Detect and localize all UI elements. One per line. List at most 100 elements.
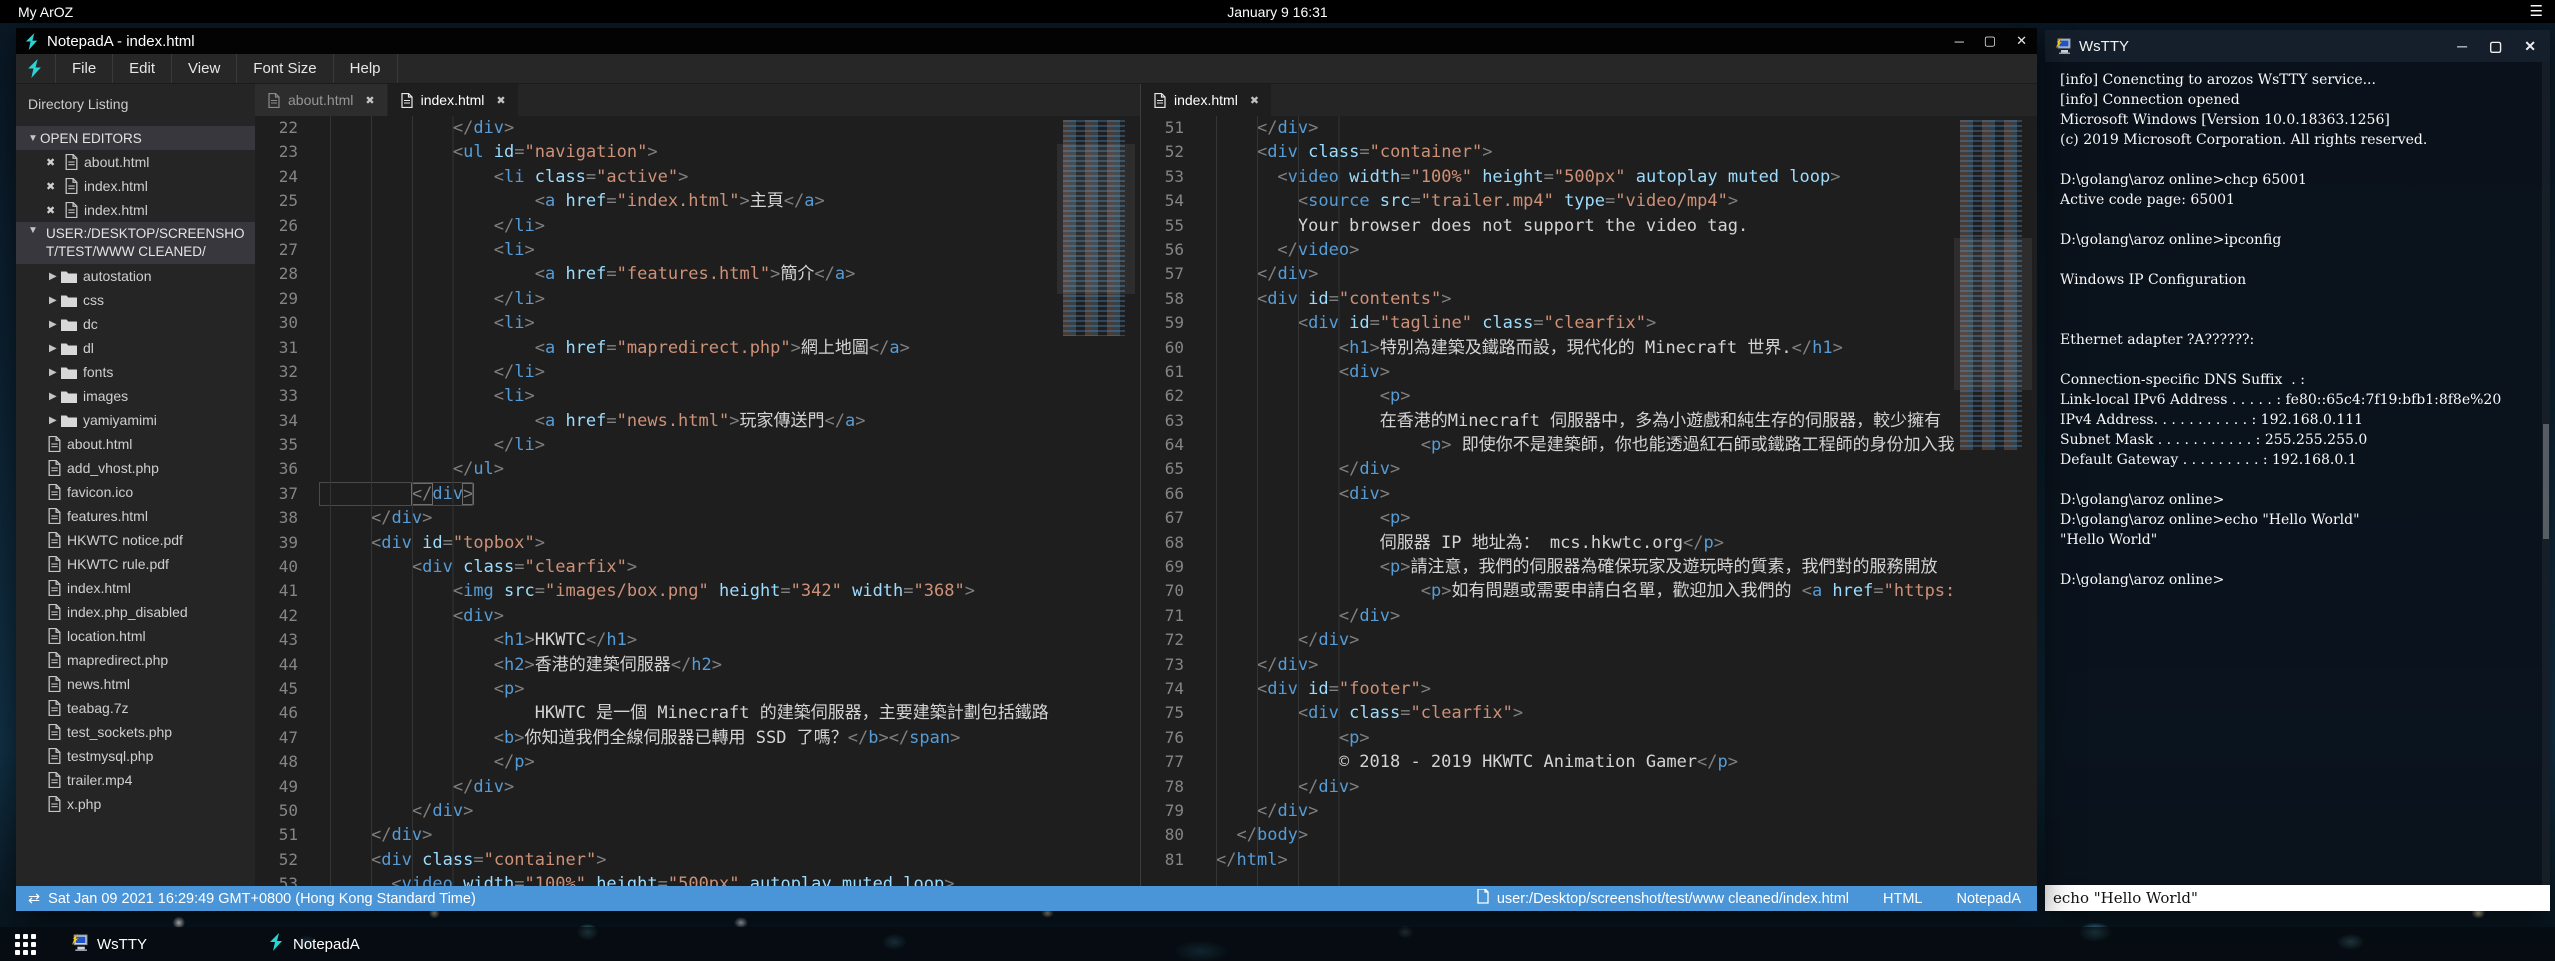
- maximize-icon[interactable]: ▢: [1984, 33, 1996, 49]
- tree-file[interactable]: index.html: [16, 576, 255, 600]
- code-line-37[interactable]: 37 </div>: [255, 482, 1140, 506]
- editor-tab-index.html[interactable]: index.html✖: [388, 84, 519, 116]
- tree-file[interactable]: trailer.mp4: [16, 768, 255, 792]
- tree-file[interactable]: favicon.ico: [16, 480, 255, 504]
- tree-file[interactable]: testmysql.php: [16, 744, 255, 768]
- tree-file[interactable]: location.html: [16, 624, 255, 648]
- terminal-output[interactable]: [info] Conencting to arozos WsTTY servic…: [2045, 62, 2542, 885]
- minimize-icon[interactable]: ─: [1955, 34, 1964, 49]
- taskbar-item-wstty[interactable]: WsTTY: [60, 927, 157, 961]
- code-line-77[interactable]: 77 © 2018 - 2019 HKWTC Animation Gamer</…: [1141, 750, 2037, 774]
- code-line-53[interactable]: 53 <video width="100%" height="500px" au…: [255, 872, 1140, 886]
- editor-tab-about.html[interactable]: about.html✖: [255, 84, 388, 116]
- close-icon[interactable]: ✖: [365, 94, 374, 107]
- code-line-26[interactable]: 26 </li>: [255, 214, 1140, 238]
- tree-folder[interactable]: ▶fonts: [16, 360, 255, 384]
- code-line-54[interactable]: 54 <source src="trailer.mp4" type="video…: [1141, 189, 2037, 213]
- code-line-69[interactable]: 69 <p>請注意，我們的伺服器為確保玩家及遊玩時的質素，我們對的服務開放: [1141, 555, 2037, 579]
- code-line-74[interactable]: 74 <div id="footer">: [1141, 677, 2037, 701]
- menu-item-edit[interactable]: Edit: [113, 54, 172, 83]
- tree-file[interactable]: about.html: [16, 432, 255, 456]
- code-line-57[interactable]: 57 </div>: [1141, 262, 2037, 286]
- status-language[interactable]: HTML: [1883, 891, 1922, 907]
- code-line-50[interactable]: 50 </div>: [255, 799, 1140, 823]
- code-line-58[interactable]: 58 <div id="contents">: [1141, 287, 2037, 311]
- code-line-81[interactable]: 81</html>: [1141, 848, 2037, 872]
- tree-folder[interactable]: ▶css: [16, 288, 255, 312]
- tree-folder[interactable]: ▶images: [16, 384, 255, 408]
- code-line-75[interactable]: 75 <div class="clearfix">: [1141, 701, 2037, 725]
- menu-item-view[interactable]: View: [172, 54, 237, 83]
- code-line-61[interactable]: 61 <div>: [1141, 360, 2037, 384]
- tree-file[interactable]: index.php_disabled: [16, 600, 255, 624]
- code-line-32[interactable]: 32 </li>: [255, 360, 1140, 384]
- code-line-42[interactable]: 42 <div>: [255, 604, 1140, 628]
- tree-folder[interactable]: ▶dc: [16, 312, 255, 336]
- code-line-40[interactable]: 40 <div class="clearfix">: [255, 555, 1140, 579]
- tree-section-open-editors[interactable]: ▼OPEN EDITORS: [16, 126, 255, 150]
- tree-file[interactable]: news.html: [16, 672, 255, 696]
- code-line-31[interactable]: 31 <a href="mapredirect.php">網上地圖</a>: [255, 336, 1140, 360]
- code-line-80[interactable]: 80 </body>: [1141, 823, 2037, 847]
- code-line-76[interactable]: 76 <p>: [1141, 726, 2037, 750]
- code-line-51[interactable]: 51 </div>: [1141, 116, 2037, 140]
- app-launcher-icon[interactable]: [15, 934, 36, 955]
- terminal-scrollbar[interactable]: [2542, 62, 2550, 885]
- close-icon[interactable]: ✖: [496, 94, 505, 107]
- tree-file[interactable]: teabag.7z: [16, 696, 255, 720]
- menu-item-help[interactable]: Help: [334, 54, 398, 83]
- taskbar-item-notepada[interactable]: NotepadA: [258, 927, 370, 961]
- code-line-52[interactable]: 52 <div class="container">: [255, 848, 1140, 872]
- code-line-72[interactable]: 72 </div>: [1141, 628, 2037, 652]
- code-line-43[interactable]: 43 <h1>HKWTC</h1>: [255, 628, 1140, 652]
- close-icon[interactable]: ✖: [46, 180, 60, 193]
- close-icon[interactable]: ✖: [1250, 94, 1259, 107]
- editor-pane-right[interactable]: index.html✖ 51 </div>52 <div class="cont…: [1140, 84, 2037, 886]
- menu-item-file[interactable]: File: [55, 54, 113, 83]
- code-line-78[interactable]: 78 </div>: [1141, 775, 2037, 799]
- editor-tab-index.html[interactable]: index.html✖: [1141, 84, 1272, 116]
- code-line-29[interactable]: 29 </li>: [255, 287, 1140, 311]
- code-line-41[interactable]: 41 <img src="images/box.png" height="342…: [255, 579, 1140, 603]
- terminal-input[interactable]: echo "Hello World": [2045, 885, 2550, 911]
- code-line-62[interactable]: 62 <p>: [1141, 384, 2037, 408]
- code-line-35[interactable]: 35 </li>: [255, 433, 1140, 457]
- code-line-52[interactable]: 52 <div class="container">: [1141, 140, 2037, 164]
- close-icon[interactable]: ✖: [46, 156, 60, 169]
- code-line-27[interactable]: 27 <li>: [255, 238, 1140, 262]
- close-icon[interactable]: ✕: [2016, 33, 2027, 49]
- code-line-53[interactable]: 53 <video width="100%" height="500px" au…: [1141, 165, 2037, 189]
- code-line-55[interactable]: 55 Your browser does not support the vid…: [1141, 214, 2037, 238]
- tree-folder[interactable]: ▶dl: [16, 336, 255, 360]
- editor-pane-left[interactable]: about.html✖index.html✖ 22 </div>23 <ul i…: [255, 84, 1140, 886]
- code-line-30[interactable]: 30 <li>: [255, 311, 1140, 335]
- code-line-33[interactable]: 33 <li>: [255, 384, 1140, 408]
- minimize-icon[interactable]: ─: [2457, 38, 2467, 54]
- code-line-56[interactable]: 56 </video>: [1141, 238, 2037, 262]
- tree-file[interactable]: x.php: [16, 792, 255, 816]
- code-line-47[interactable]: 47 <b>你知道我們全線伺服器已轉用 SSD 了嗎？</b></span>: [255, 726, 1140, 750]
- tree-folder[interactable]: ▶yamiyamimi: [16, 408, 255, 432]
- code-line-22[interactable]: 22 </div>: [255, 116, 1140, 140]
- tree-file[interactable]: HKWTC notice.pdf: [16, 528, 255, 552]
- notepada-titlebar[interactable]: NotepadA - index.html ─ ▢ ✕: [16, 28, 2037, 54]
- minimap-left[interactable]: [1057, 116, 1135, 886]
- tree-file[interactable]: test_sockets.php: [16, 720, 255, 744]
- maximize-icon[interactable]: ▢: [2489, 38, 2502, 55]
- code-line-60[interactable]: 60 <h1>特別為建築及鐵路而設，現代化的 Minecraft 世界.</h1…: [1141, 336, 2037, 360]
- code-line-38[interactable]: 38 </div>: [255, 506, 1140, 530]
- code-line-24[interactable]: 24 <li class="active">: [255, 165, 1140, 189]
- code-area-right[interactable]: 51 </div>52 <div class="container">53 <v…: [1141, 116, 2037, 886]
- code-line-25[interactable]: 25 <a href="index.html">主頁</a>: [255, 189, 1140, 213]
- code-line-71[interactable]: 71 </div>: [1141, 604, 2037, 628]
- tree-file[interactable]: HKWTC rule.pdf: [16, 552, 255, 576]
- code-area-left[interactable]: 22 </div>23 <ul id="navigation">24 <li c…: [255, 116, 1140, 886]
- code-line-39[interactable]: 39 <div id="topbox">: [255, 531, 1140, 555]
- code-line-73[interactable]: 73 </div>: [1141, 653, 2037, 677]
- open-editor-item[interactable]: ✖index.html: [16, 174, 255, 198]
- hamburger-menu-icon[interactable]: ☰: [2530, 4, 2543, 19]
- code-line-23[interactable]: 23 <ul id="navigation">: [255, 140, 1140, 164]
- close-icon[interactable]: ✖: [46, 204, 60, 217]
- code-line-51[interactable]: 51 </div>: [255, 823, 1140, 847]
- code-line-34[interactable]: 34 <a href="news.html">玩家傳送門</a>: [255, 409, 1140, 433]
